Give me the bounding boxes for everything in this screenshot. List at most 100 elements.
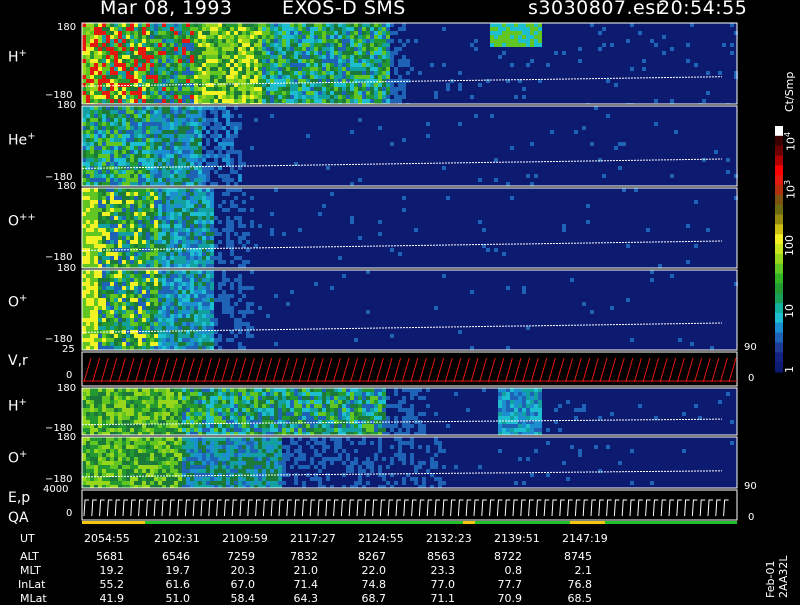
table-cell: 19.7 [150, 564, 190, 577]
colorbar-swatch [775, 195, 783, 205]
table-cell: 64.3 [278, 592, 318, 605]
qa-segment [145, 521, 463, 524]
ytick-p5-max: 180 [57, 383, 76, 394]
colorbar-swatch [775, 175, 783, 185]
table-cell: 19.2 [84, 564, 124, 577]
colorbar-swatch [775, 362, 783, 372]
table-cell: 67.0 [215, 578, 255, 591]
panel-label-h-plus-2: H+ [8, 397, 27, 415]
ytick-vr-min: 0 [66, 370, 72, 381]
table-cell: 8563 [415, 550, 455, 563]
panel-o-plusplus [82, 188, 738, 268]
right-tick-vr-bottom: 0 [748, 373, 754, 384]
ytick-p3-max: 180 [57, 181, 76, 192]
row-label-alt: ALT [20, 550, 39, 563]
colorbar-swatch [775, 234, 783, 244]
panel-label-o-plus: O+ [8, 293, 27, 311]
colorbar-swatch [775, 274, 783, 284]
ut-value: 2109:59 [222, 532, 268, 545]
colorbar-swatch [775, 146, 783, 156]
colorbar-swatch [775, 224, 783, 234]
colorbar-tick-1: 1 [783, 366, 796, 373]
colorbar-swatch [775, 126, 783, 136]
right-tick-vr-top: 90 [744, 342, 757, 353]
colorbar-swatch [775, 185, 783, 195]
table-cell: 71.4 [278, 578, 318, 591]
panel-o-plus [82, 270, 738, 350]
ut-value: 2117:27 [290, 532, 336, 545]
panel-label-o-plus-2: O+ [8, 449, 27, 467]
panel-h-plus-2 [82, 388, 737, 435]
panel-h-plus [82, 23, 738, 104]
table-cell: 55.2 [84, 578, 124, 591]
table-cell: 68.5 [552, 592, 592, 605]
panel-label-he-plus: He+ [8, 131, 36, 149]
row-label-ut: UT [20, 532, 35, 545]
row-label-mlt: MLT [20, 564, 41, 577]
colorbar-swatch [775, 254, 783, 264]
colorbar-tick-100: 100 [783, 235, 796, 256]
qa-segment [82, 521, 145, 524]
ytick-p3-min: −180 [45, 252, 72, 263]
colorbar-swatch [775, 136, 783, 146]
table-cell: 41.9 [84, 592, 124, 605]
table-cell: 22.0 [346, 564, 386, 577]
ut-value: 2124:55 [358, 532, 404, 545]
colorbar-swatch [775, 165, 783, 175]
table-cell: 68.7 [346, 592, 386, 605]
ut-value: 2132:23 [426, 532, 472, 545]
panel-label-qa: QA [8, 510, 29, 526]
ut-value: 2054:55 [84, 532, 130, 545]
table-cell: 5681 [84, 550, 124, 563]
colorbar-swatch [775, 156, 783, 166]
panel-label-ep: E,p [8, 490, 30, 506]
colorbar-swatch [775, 303, 783, 313]
colorbar-swatch [775, 323, 783, 333]
colorbar-swatch [775, 283, 783, 293]
table-cell: 77.7 [482, 578, 522, 591]
side-label: Feb-01 2AA32L [764, 556, 790, 598]
table-cell: 51.0 [150, 592, 190, 605]
ytick-vr-max: 25 [62, 344, 75, 355]
ut-value: 2147:19 [562, 532, 608, 545]
colorbar-swatch [775, 215, 783, 225]
ytick-ep-max: 4000 [43, 484, 68, 495]
qa-segment [605, 521, 737, 524]
table-cell: 76.8 [552, 578, 592, 591]
right-tick-ep-top: 90 [744, 481, 757, 492]
table-cell: 77.0 [415, 578, 455, 591]
table-cell: 8267 [346, 550, 386, 563]
colorbar-tick-1000: 103 [783, 180, 798, 199]
colorbar-swatch [775, 264, 783, 274]
table-cell: 61.6 [150, 578, 190, 591]
panel-o-plus-2 [82, 437, 737, 488]
colorbar-swatch [775, 352, 783, 362]
table-cell: 7259 [215, 550, 255, 563]
table-cell: 58.4 [215, 592, 255, 605]
table-cell: 0.8 [482, 564, 522, 577]
row-label-mlat: MLat [20, 592, 47, 605]
qa-segment [475, 521, 570, 524]
colorbar-swatch [775, 343, 783, 353]
qa-segment [463, 521, 475, 524]
colorbar-swatch [775, 205, 783, 215]
colorbar-tick-10000: 104 [783, 132, 798, 151]
colorbar-unit: Ct/Smp [783, 72, 796, 112]
table-cell: 8722 [482, 550, 522, 563]
panel-label-h-plus: H+ [8, 48, 27, 66]
panel-label-vr: V,r [8, 353, 28, 369]
ut-value: 2102:31 [154, 532, 200, 545]
spectrogram-canvas [0, 0, 800, 600]
table-cell: 6546 [150, 550, 190, 563]
colorbar-swatch [775, 333, 783, 343]
panel-he-plus [82, 106, 738, 186]
ytick-p4-max: 180 [57, 263, 76, 274]
table-cell: 2.1 [552, 564, 592, 577]
table-cell: 23.3 [415, 564, 455, 577]
right-tick-ep-bottom: 0 [748, 512, 754, 523]
ytick-p6-max: 180 [57, 432, 76, 443]
row-label-inlat: InLat [18, 578, 45, 591]
table-cell: 8745 [552, 550, 592, 563]
colorbar-swatch [775, 293, 783, 303]
panel-label-o-plusplus: O++ [8, 212, 36, 230]
